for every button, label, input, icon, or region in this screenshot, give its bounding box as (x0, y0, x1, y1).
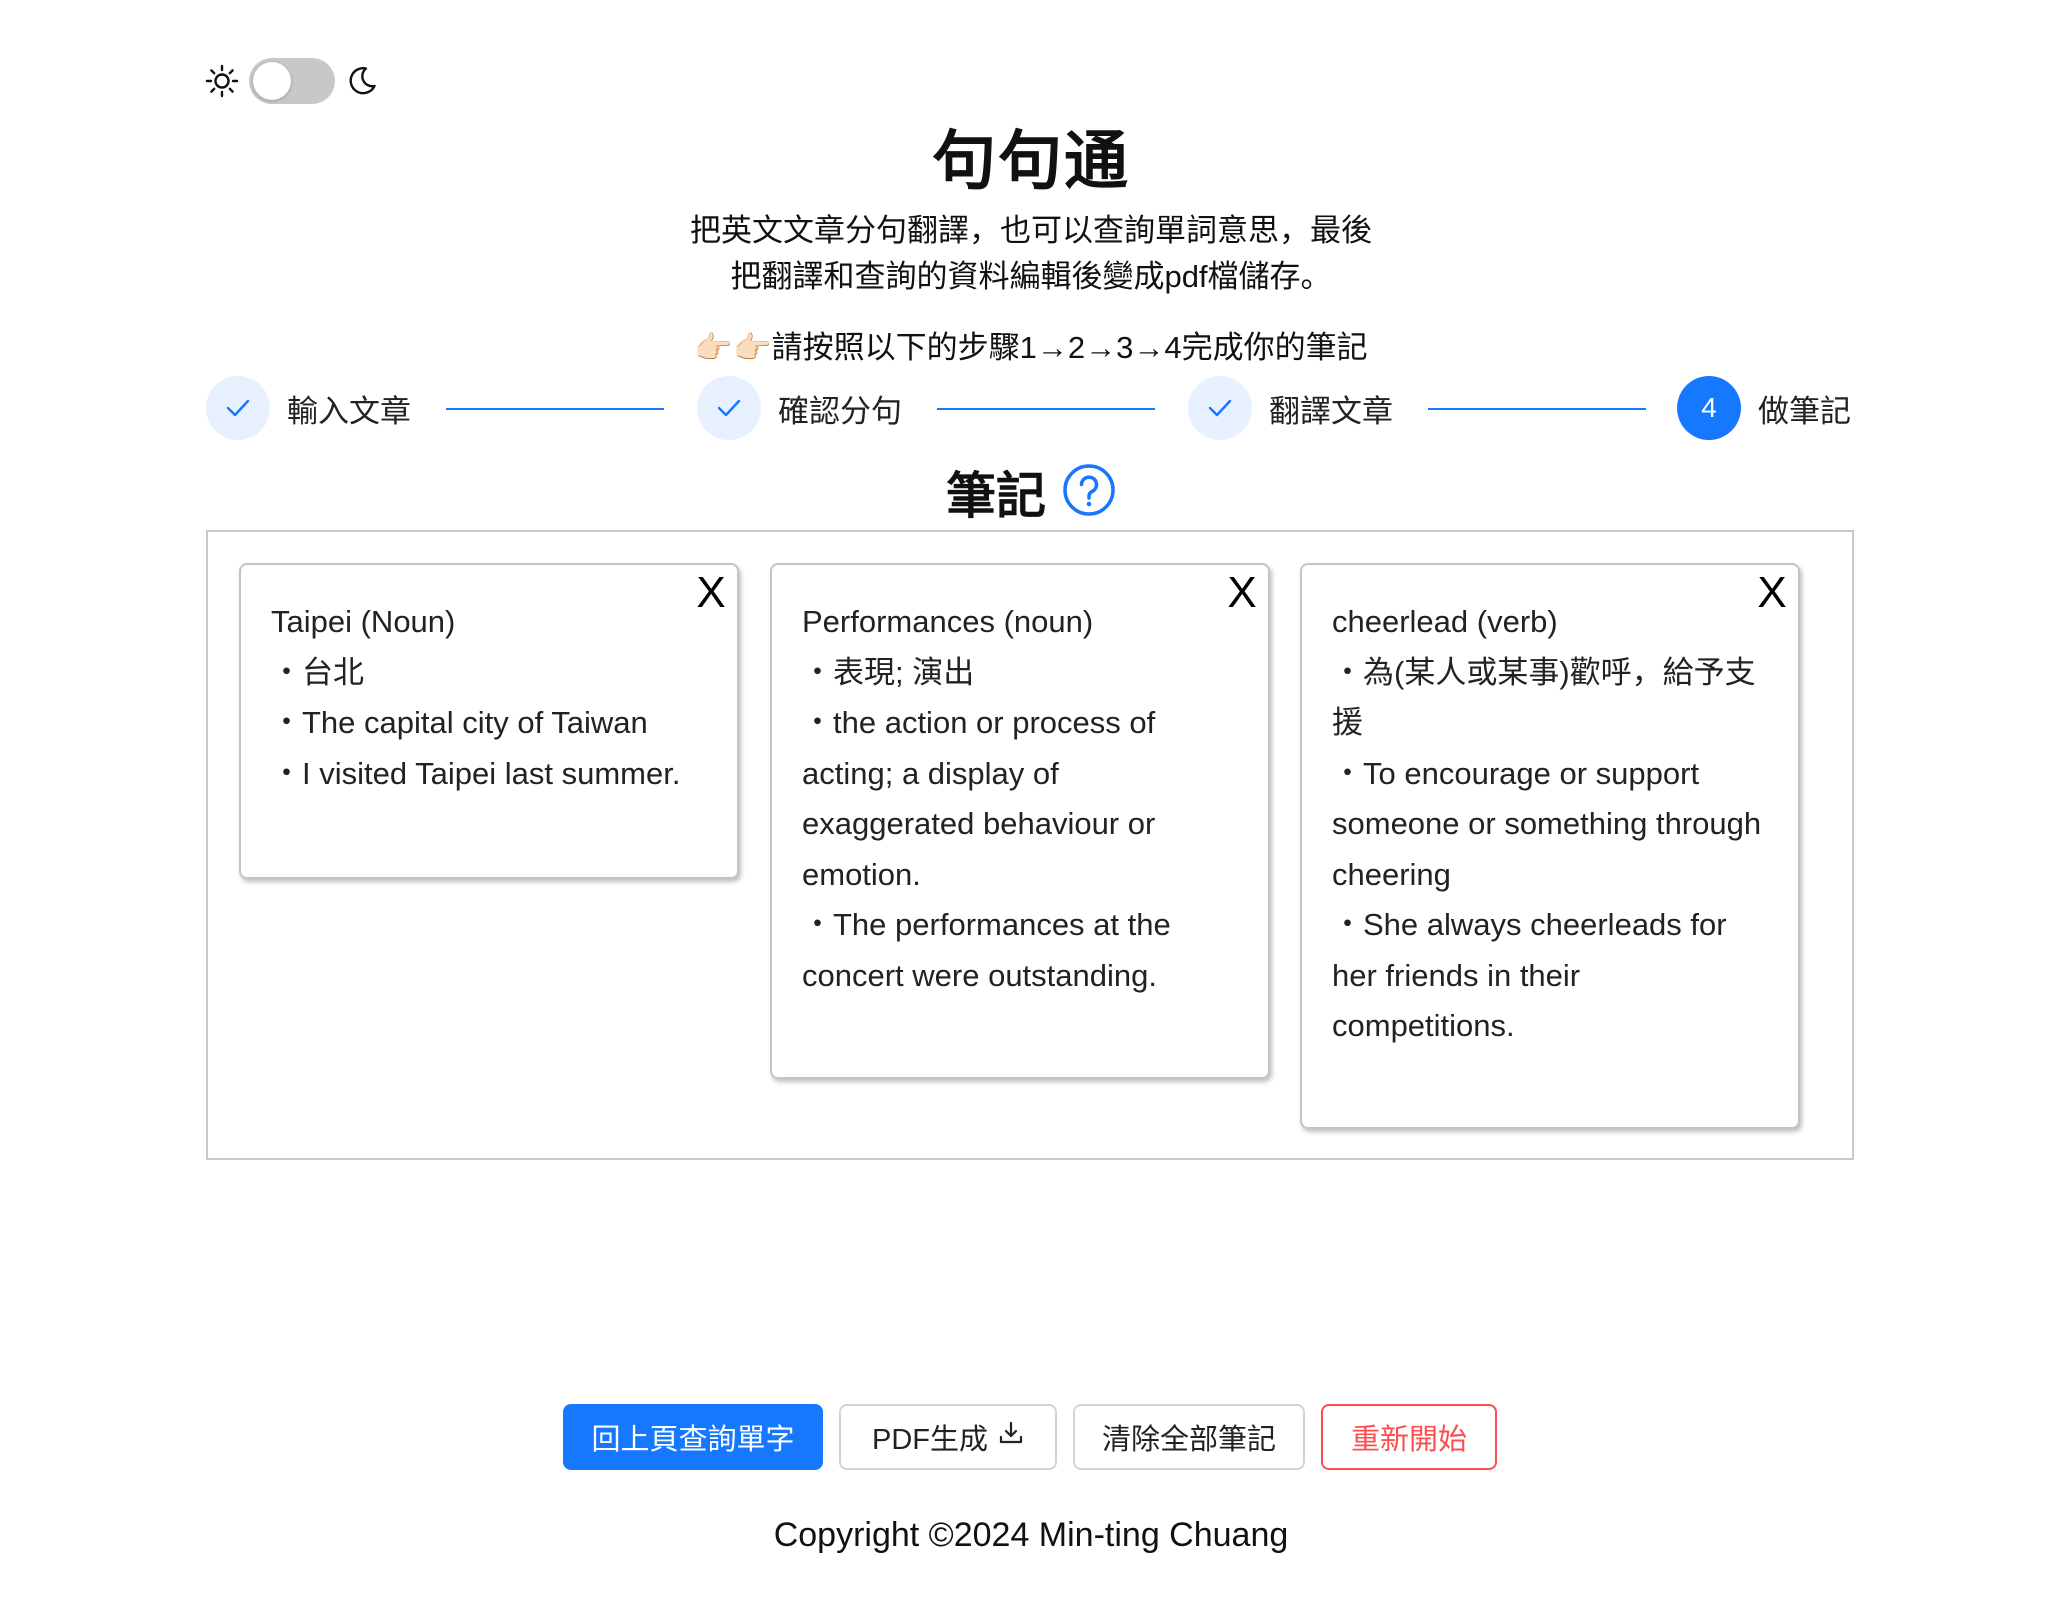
step-label: 輸入文章 (287, 393, 411, 429)
step-1[interactable]: 輸入文章 (206, 376, 411, 440)
restart-label: 重新開始 (1350, 1424, 1467, 1456)
app-subtitle: 把英文文章分句翻譯，也可以查詢單詞意思，最後把翻譯和查詢的資料編輯後變成pdf檔… (690, 213, 1372, 294)
action-bar: 回上頁查詢單字 PDF生成 清除全部筆記 重新開始 (0, 1404, 2062, 1470)
generate-pdf-label: PDF生成 (871, 1424, 988, 1456)
check-icon (206, 376, 270, 440)
page: 句句通 把英文文章分句翻譯，也可以查詢單詞意思，最後把翻譯和查詢的資料編輯後變成… (0, 0, 2062, 1622)
notes-heading: 筆記 (0, 456, 2062, 528)
back-to-lookup-button[interactable]: 回上頁查詢單字 (563, 1404, 823, 1470)
step-connector (446, 408, 664, 410)
generate-pdf-button[interactable]: PDF生成 (839, 1404, 1057, 1470)
stepper: 輸入文章 確認分句 翻譯文章 4 做筆記 (206, 376, 1854, 440)
close-card-button[interactable]: X (1752, 571, 1792, 615)
note-card: X cheerlead (verb) 為(某人或某事)歡呼，給予支援 To en… (1300, 563, 1800, 1129)
check-icon (697, 376, 761, 440)
step-number: 4 (1677, 376, 1741, 440)
note-word: Taipei (Noun) (271, 604, 456, 639)
restart-button[interactable]: 重新開始 (1321, 1404, 1497, 1470)
step-label: 確認分句 (778, 393, 902, 429)
copyright-text: Copyright ©2024 Min-ting Chuang (773, 1516, 1289, 1554)
note-card: X Performances (noun) 表現; 演出 the action … (770, 563, 1270, 1079)
clear-all-notes-button[interactable]: 清除全部筆記 (1073, 1404, 1305, 1470)
note-example: I visited Taipei last summer. (271, 749, 707, 800)
step-2[interactable]: 確認分句 (697, 376, 902, 440)
note-card: X Taipei (Noun) 台北 The capital city of T… (239, 563, 739, 879)
app-title: 句句通 (932, 125, 1130, 197)
theme-toggle (205, 58, 379, 104)
step-4[interactable]: 4 做筆記 (1677, 376, 1851, 440)
close-card-button[interactable]: X (1222, 571, 1262, 615)
theme-switch-knob (253, 62, 291, 100)
note-translation: 為(某人或某事)歡呼，給予支援 (1332, 648, 1768, 749)
moon-icon (345, 64, 379, 98)
note-example: The performances at the concert were out… (802, 900, 1238, 1001)
step-3[interactable]: 翻譯文章 (1188, 376, 1393, 440)
check-icon (1188, 376, 1252, 440)
step-instruction: 👉🏻👉🏻請按照以下的步驟1→2→3→4完成你的筆記 (694, 330, 1368, 365)
step-label: 做筆記 (1758, 393, 1851, 429)
note-translation: 表現; 演出 (802, 648, 1238, 699)
note-definition: the action or process of acting; a displ… (802, 698, 1238, 900)
help-icon[interactable] (1062, 463, 1116, 522)
notes-container: X Taipei (Noun) 台北 The capital city of T… (206, 530, 1854, 1160)
clear-all-notes-label: 清除全部筆記 (1101, 1424, 1276, 1456)
download-icon (998, 1420, 1024, 1454)
note-translation: 台北 (271, 648, 707, 699)
notes-title: 筆記 (946, 468, 1046, 524)
step-connector (1428, 408, 1646, 410)
theme-switch[interactable] (249, 58, 335, 104)
back-to-lookup-label: 回上頁查詢單字 (591, 1424, 795, 1456)
note-word: cheerlead (verb) (1332, 604, 1558, 639)
note-definition: To encourage or support someone or somet… (1332, 749, 1768, 901)
note-definition: The capital city of Taiwan (271, 698, 707, 749)
step-connector (937, 408, 1155, 410)
note-example: She always cheerleads for her friends in… (1332, 900, 1768, 1052)
sun-icon (205, 64, 239, 98)
step-label: 翻譯文章 (1269, 393, 1393, 429)
close-card-button[interactable]: X (691, 571, 731, 615)
note-word: Performances (noun) (802, 604, 1094, 639)
